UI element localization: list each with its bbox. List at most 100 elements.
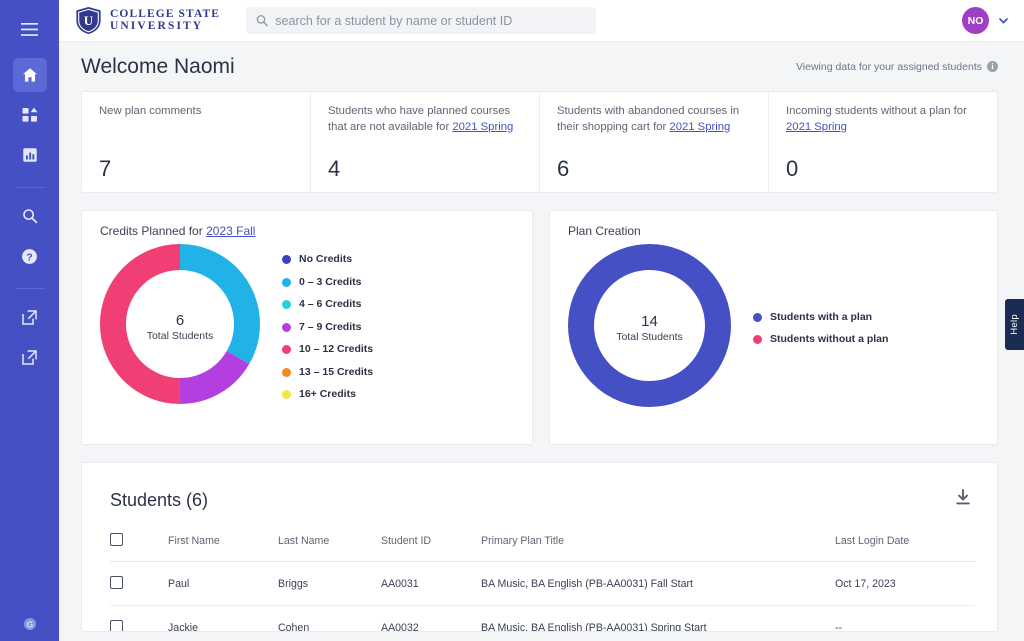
legend-item[interactable]: 4 – 6 Credits	[282, 298, 373, 310]
table-header-row: First Name Last Name Student ID Primary …	[110, 533, 975, 562]
app-root: ? G U COLLEGE STATE UNIVERSITY search fo…	[0, 0, 1024, 641]
students-header: Students (6)	[110, 485, 975, 515]
cell-last-login-date: Oct 17, 2023	[835, 561, 975, 606]
sidebar-item-home[interactable]	[12, 58, 47, 92]
bar-chart-icon	[22, 148, 37, 162]
kpi-label: Incoming students without a plan for 202…	[786, 104, 982, 135]
legend-label: Students with a plan	[770, 310, 873, 323]
sidebar-item-help[interactable]: ?	[13, 239, 47, 273]
top-bar-right: NO	[962, 7, 1010, 34]
sidebar-footer: G	[0, 617, 59, 631]
credits-chart-title-text: Credits Planned for	[100, 224, 203, 238]
search-container[interactable]	[246, 7, 597, 34]
kpi-value: 4	[328, 156, 341, 181]
legend-color-swatch	[282, 322, 291, 332]
credits-chart-legend: No Credits 0 – 3 Credits 4 – 6 Credits 7 – …	[282, 253, 373, 400]
credits-donut-svg[interactable]	[100, 244, 260, 404]
charts-row: Credits Planned for 2023 Fall 6 Total St…	[81, 210, 998, 445]
row-select-checkbox-cell[interactable]	[110, 561, 168, 606]
sidebar-item-reports[interactable]	[13, 138, 47, 172]
svg-text:?: ?	[26, 251, 32, 263]
legend-item[interactable]: 0 – 3 Credits	[282, 276, 373, 288]
download-icon	[956, 489, 970, 505]
cell-first-name: Paul	[168, 561, 278, 606]
plan-donut: 14 Total Students	[568, 244, 731, 412]
kpi-card-row: New plan comments 7 Students who have pl…	[81, 91, 998, 193]
sidebar-item-search[interactable]	[13, 199, 47, 233]
help-tab[interactable]: Help	[1005, 299, 1024, 350]
table-row[interactable]: Jackie Cohen AA0032 BA Music, BA English (P…	[110, 605, 975, 631]
download-button[interactable]	[951, 485, 975, 515]
legend-label: Students without a plan	[770, 333, 889, 346]
kpi-value: 0	[786, 156, 799, 181]
shield-logo-icon: U	[76, 7, 101, 34]
brand-line-1: COLLEGE STATE	[110, 7, 221, 20]
students-table-head: First Name Last Name Student ID Primary …	[110, 533, 975, 562]
row-select-checkbox[interactable]	[110, 620, 123, 631]
students-card: Students (6) First Name Last Name Studen…	[81, 462, 998, 632]
column-header-first-name[interactable]: First Name	[168, 533, 278, 562]
help-tab-label: Help	[1009, 314, 1020, 335]
column-header-last-login-date[interactable]: Last Login Date	[835, 533, 975, 562]
plan-creation-card: Plan Creation 14 Total Students Students…	[549, 210, 998, 445]
table-row[interactable]: Paul Briggs AA0031 BA Music, BA English (PB…	[110, 561, 975, 606]
select-all-checkbox[interactable]	[110, 533, 123, 546]
legend-item[interactable]: No Credits	[282, 253, 373, 265]
brand-logo[interactable]: U COLLEGE STATE UNIVERSITY	[75, 6, 220, 35]
legend-label: 13 – 15 Credits	[299, 365, 374, 378]
legend-color-swatch	[753, 312, 762, 322]
legend-item[interactable]: 7 – 9 Credits	[282, 321, 373, 333]
legend-label: 7 – 9 Credits	[299, 320, 362, 333]
sidebar-item-external-link-1[interactable]	[13, 300, 47, 334]
kpi-card: Students with abandoned courses in their…	[540, 92, 769, 192]
kpi-card: New plan comments 7	[82, 92, 311, 192]
viewing-scope-text: Viewing data for your assigned students	[795, 60, 982, 73]
sidebar-item-dashboard[interactable]	[13, 98, 47, 132]
kpi-card: Students who have planned courses that a…	[311, 92, 540, 192]
search-input[interactable]	[275, 13, 587, 28]
legend-item[interactable]: 16+ Credits	[282, 388, 373, 400]
legend-item[interactable]: Students without a plan	[753, 333, 888, 345]
legend-item[interactable]: 10 – 12 Credits	[282, 343, 373, 355]
legend-item[interactable]: 13 – 15 Credits	[282, 366, 373, 378]
viewing-scope-note: Viewing data for your assigned students …	[796, 61, 998, 73]
sidebar-item-hamburger-menu[interactable]	[13, 12, 47, 46]
column-header-student-id[interactable]: Student ID	[381, 533, 481, 562]
copyright-icon[interactable]: G	[23, 617, 37, 631]
donut-segment[interactable]	[568, 244, 731, 407]
avatar[interactable]: NO	[962, 7, 989, 34]
external-link-icon	[22, 349, 37, 365]
kpi-label-text: New plan comments	[99, 105, 202, 117]
legend-color-swatch	[282, 255, 291, 264]
hamburger-icon	[21, 22, 38, 36]
column-header-last-name[interactable]: Last Name	[278, 533, 381, 562]
info-icon[interactable]: i	[987, 61, 998, 72]
kpi-term-link[interactable]: 2021 Spring	[452, 121, 513, 133]
legend-color-swatch	[282, 277, 291, 287]
column-header-primary-plan-title[interactable]: Primary Plan Title	[481, 533, 835, 562]
legend-label: 0 – 3 Credits	[299, 275, 362, 288]
credits-chart-term-link[interactable]: 2023 Fall	[206, 224, 255, 238]
students-title: Students (6)	[110, 489, 209, 510]
cell-student-id: AA0032	[381, 605, 481, 631]
plan-donut-svg[interactable]	[568, 244, 731, 407]
legend-color-swatch	[282, 367, 291, 377]
cell-student-id: AA0031	[381, 561, 481, 606]
plan-chart-title: Plan Creation	[568, 224, 641, 238]
sidebar-item-external-link-2[interactable]	[13, 340, 47, 374]
credits-chart-title: Credits Planned for 2023 Fall	[100, 224, 516, 238]
external-link-icon	[22, 309, 37, 325]
row-select-checkbox[interactable]	[110, 576, 123, 589]
legend-color-swatch	[282, 345, 291, 354]
home-icon	[22, 68, 37, 82]
kpi-label-text: Incoming students without a plan for	[786, 105, 967, 117]
page-title: Welcome Naomi	[81, 54, 235, 78]
legend-item[interactable]: Students with a plan	[753, 311, 888, 323]
legend-color-swatch	[753, 335, 762, 345]
kpi-label: New plan comments	[99, 104, 295, 120]
row-select-checkbox-cell[interactable]	[110, 605, 168, 631]
kpi-term-link[interactable]: 2021 Spring	[669, 121, 730, 133]
chevron-down-icon[interactable]	[997, 14, 1010, 27]
kpi-term-link[interactable]: 2021 Spring	[786, 121, 847, 133]
main-area: U COLLEGE STATE UNIVERSITY NO	[59, 0, 1024, 641]
